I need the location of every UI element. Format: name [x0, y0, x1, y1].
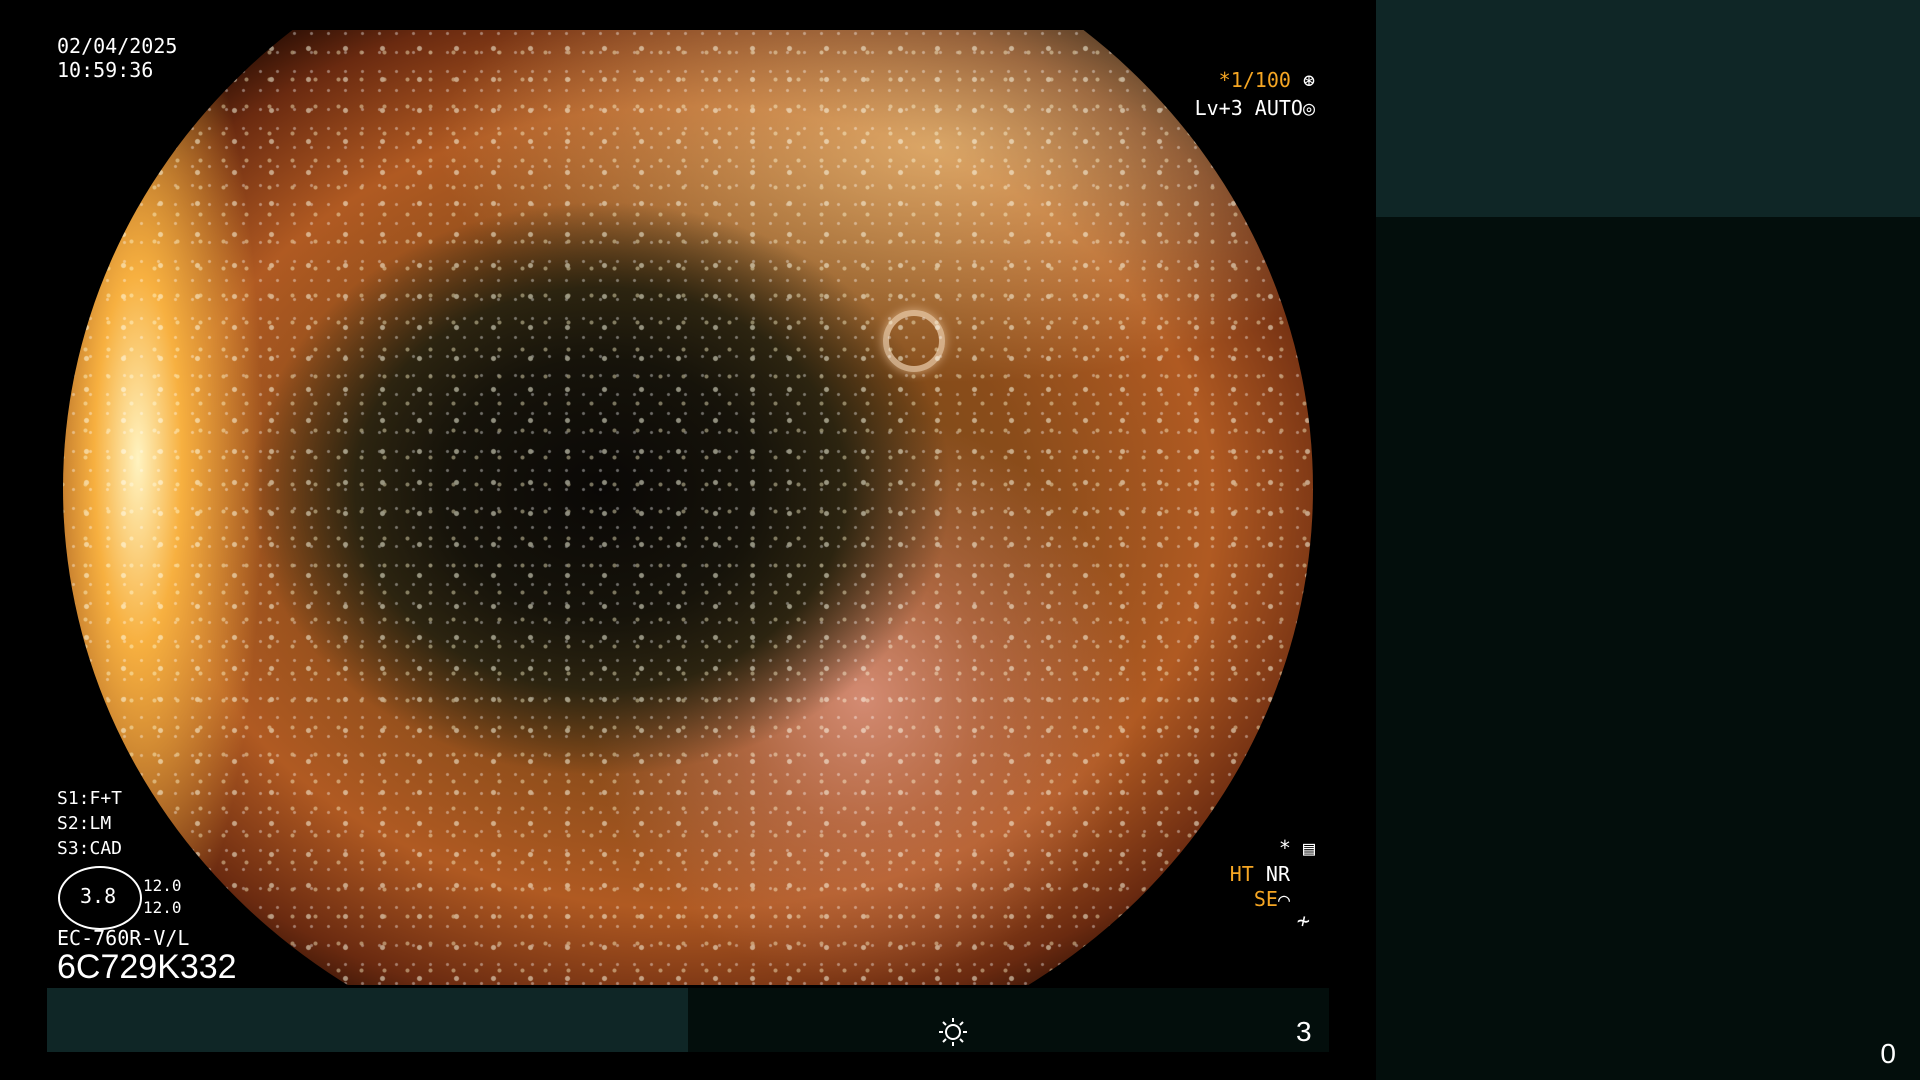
- aperture-icon: ⊛: [1290, 68, 1315, 92]
- edge-icon: ⌒: [1277, 887, 1290, 911]
- se-label: SE: [1253, 887, 1278, 911]
- nr-label: NR: [1265, 862, 1290, 886]
- ht-label: HT: [1229, 862, 1254, 886]
- gauge-value: 3.8: [80, 884, 117, 908]
- right-counter: 0: [1880, 1038, 1896, 1069]
- bottom-number: 3: [1296, 1016, 1312, 1047]
- star-indicator: * ▤: [1278, 836, 1315, 860]
- flash-icon: ≁: [1296, 909, 1310, 934]
- level-text: Lv+3 AUTO: [1194, 96, 1303, 120]
- bottom-bar-progress: [47, 988, 688, 1052]
- ht-nr-row: HT NR: [1230, 862, 1290, 886]
- settings-icon: ◎: [1302, 96, 1315, 120]
- switch-1-label: S1:F+T: [57, 788, 123, 809]
- gauge-top-value: 12.0: [143, 876, 182, 895]
- se-row: SE⌒: [1254, 887, 1290, 911]
- exposure-label: *1/100 ⊛: [1219, 68, 1315, 92]
- brightness-icon: [939, 1018, 967, 1046]
- right-panel-bottom: 0: [1376, 217, 1920, 1080]
- date-label: 02/04/2025: [57, 34, 178, 58]
- exposure-text: *1/100: [1218, 68, 1291, 92]
- gauge-bottom-value: 12.0: [143, 898, 182, 917]
- switch-3-label: S3:CAD: [57, 838, 123, 859]
- menu-icon: ▤: [1302, 836, 1315, 860]
- endoscopy-image: [63, 30, 1313, 985]
- serial-number: 6C729K332: [57, 948, 237, 986]
- time-label: 10:59:36: [57, 58, 154, 82]
- right-panel-top: [1376, 0, 1920, 217]
- switch-2-label: S2:LM: [57, 813, 112, 834]
- level-label: Lv+3 AUTO◎: [1195, 96, 1315, 120]
- light-reflection: [883, 310, 945, 372]
